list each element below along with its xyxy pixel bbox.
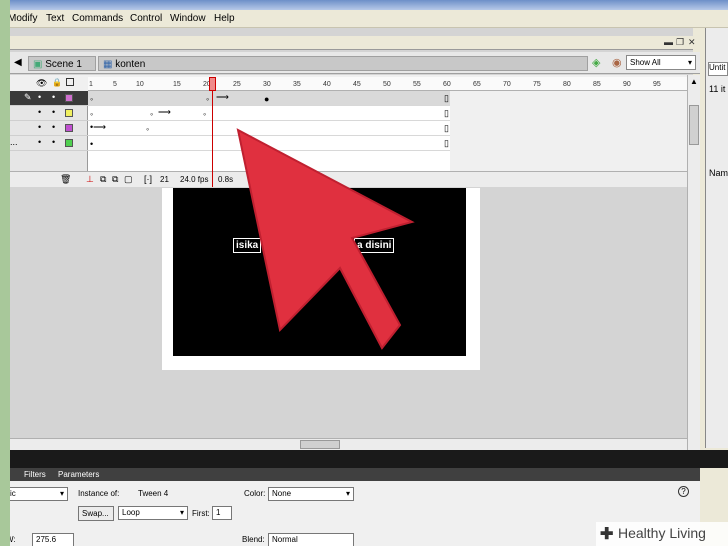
behavior-value: ic — [10, 489, 16, 498]
blend-label: Blend: — [242, 535, 265, 544]
color-effect-select[interactable]: None ▾ — [268, 487, 354, 501]
help-icon[interactable]: ? — [678, 486, 689, 497]
plus-logo-icon: ✚ — [600, 526, 614, 543]
watermark: ✚ Healthy Living — [596, 522, 728, 546]
first-frame-input[interactable]: 1 — [212, 506, 232, 520]
chevron-down-icon: ▾ — [179, 508, 184, 517]
instance-of-value: Tween 4 — [138, 489, 169, 498]
stage-vertical-scrollbar[interactable]: ▲ — [687, 75, 700, 450]
color-value: None — [272, 489, 292, 498]
symbol-behavior-select[interactable]: ic ▾ — [10, 487, 68, 501]
tab-filters[interactable]: Filters — [24, 470, 46, 479]
document-select[interactable]: Untit — [708, 62, 728, 76]
chevron-down-icon: ▾ — [59, 489, 64, 498]
first-frame-label: First: — [192, 509, 210, 518]
x-position-input[interactable]: 275.6 — [32, 533, 74, 546]
scroll-up-icon[interactable]: ▲ — [690, 77, 698, 86]
color-label: Color: — [244, 489, 266, 498]
tab-parameters[interactable]: Parameters — [58, 470, 99, 479]
properties-tabs: Filters Parameters — [10, 468, 700, 481]
panel-divider — [10, 450, 728, 468]
loop-value: Loop — [122, 508, 140, 517]
app-window: Modify Text Commands Control Window Help… — [10, 0, 728, 546]
watermark-text: Healthy Living — [618, 525, 706, 541]
instance-of-label: Instance of: — [78, 489, 120, 498]
blend-value: Normal — [272, 535, 298, 544]
blend-select[interactable]: Normal — [268, 533, 354, 546]
chevron-down-icon: ▾ — [345, 489, 350, 498]
swap-button[interactable]: Swap... — [78, 506, 114, 521]
library-item-count: 11 it — [709, 84, 726, 94]
scroll-thumb[interactable] — [689, 105, 699, 145]
library-panel: Untit 11 it Nam — [705, 28, 728, 448]
library-name-header[interactable]: Nam — [709, 168, 728, 178]
stage-horizontal-scrollbar[interactable] — [10, 438, 687, 450]
loop-select[interactable]: Loop ▾ — [118, 506, 188, 520]
scroll-thumb[interactable] — [300, 440, 340, 449]
x-field-label: W: — [10, 535, 16, 544]
